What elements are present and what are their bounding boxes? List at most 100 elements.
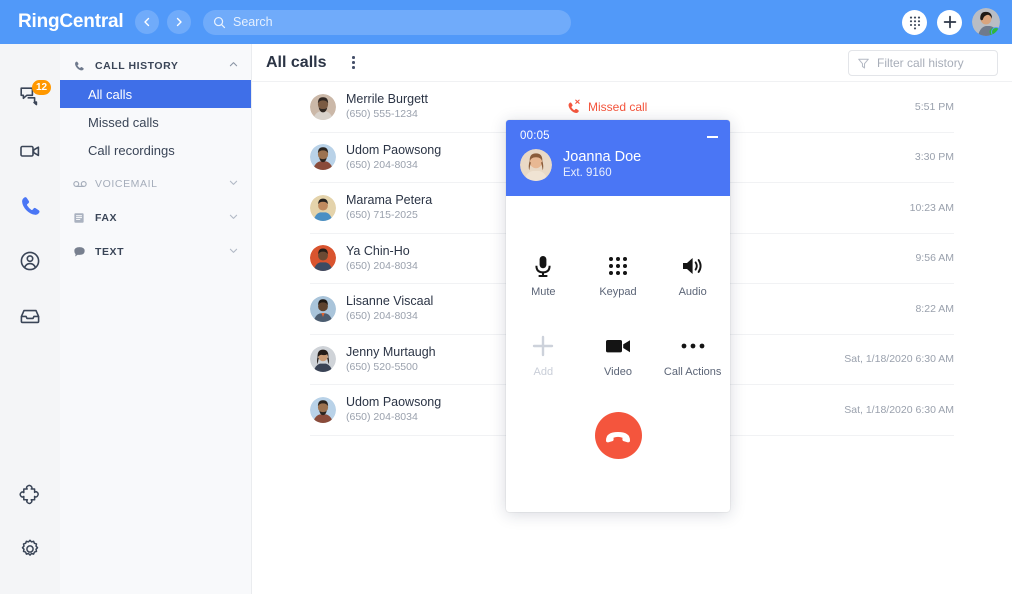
dialpad-icon [909, 16, 920, 29]
call-panel-caller: Joanna Doe Ext. 9160 [520, 149, 716, 181]
app-header: RingCentral [0, 0, 1012, 44]
avatar [310, 396, 336, 423]
brand-logo: RingCentral [18, 11, 124, 32]
sidebar-section-label: Call History [95, 60, 179, 72]
sidebar-section-label: Text [95, 246, 125, 258]
header-actions [902, 0, 1000, 44]
unread-badge: 12 [32, 80, 52, 95]
speaker-icon [681, 248, 705, 284]
more-vertical-icon[interactable] [344, 53, 362, 73]
call-timestamp: 5:51 PM [914, 100, 954, 113]
call-timestamp: Sat, 1/18/2020 6:30 AM [844, 403, 954, 416]
hangup-button[interactable] [594, 412, 642, 459]
sidebar-item-all-calls[interactable]: All calls [60, 80, 251, 108]
hangup-icon [606, 431, 630, 442]
gear-icon [21, 539, 39, 556]
chevron-down-icon[interactable] [228, 243, 239, 261]
active-call-panel: 00:05 Joanna Doe Ext. 9160 Mute Keypad A… [506, 120, 730, 512]
phone-missed-icon [568, 99, 580, 114]
sidebar-section-voicemail[interactable]: Voicemail [60, 170, 251, 198]
funnel-icon [858, 58, 869, 68]
chevron-down-icon[interactable] [228, 175, 239, 193]
action-label: Keypad [599, 286, 637, 298]
avatar [310, 346, 336, 373]
filter-call-history-input[interactable]: Filter call history [848, 50, 998, 76]
call-timer: 00:05 [520, 130, 550, 142]
presence-indicator [991, 27, 1000, 36]
rail-item-video[interactable] [0, 123, 60, 178]
inbox-icon [20, 309, 40, 323]
ellipsis-icon [680, 328, 706, 364]
nav-rail: 12 [0, 44, 60, 594]
rail-item-settings[interactable] [0, 521, 60, 576]
rail-item-message[interactable]: 12 [0, 68, 60, 123]
status-badge: Missed call [566, 99, 647, 114]
caller-info: Merrile Burgett (650) 555-1234 [346, 92, 566, 121]
voicemail-icon [73, 179, 89, 189]
keypad-button[interactable]: Keypad [581, 248, 656, 328]
sidebar-item-missed-calls[interactable]: Missed calls [60, 108, 251, 136]
call-timestamp: Sat, 1/18/2020 6:30 AM [844, 353, 954, 366]
app-window: RingCentral Search 12 CALL HISTORY All c… [0, 0, 1012, 594]
rail-item-phone[interactable] [0, 178, 60, 233]
phone-icon [73, 60, 89, 72]
secondary-sidebar: Call History All calls Missed calls Call… [60, 44, 252, 594]
forward-button[interactable] [167, 10, 191, 34]
filter-placeholder: Filter call history [877, 56, 964, 70]
avatar[interactable] [972, 8, 1000, 36]
chevron-left-icon [144, 17, 150, 27]
action-label: Add [533, 366, 554, 378]
action-label: Mute [531, 286, 556, 298]
sidebar-section-text[interactable]: Text [60, 238, 251, 266]
main-header: All calls Filter call history [252, 44, 1012, 82]
call-timestamp: 8:22 AM [915, 302, 954, 315]
caller-extension: Ext. 9160 [563, 167, 612, 179]
search-icon [213, 16, 226, 28]
dialpad-button[interactable] [902, 9, 927, 35]
sidebar-item-label: Missed calls [88, 114, 159, 130]
avatar [310, 144, 336, 171]
minimize-icon[interactable] [705, 130, 719, 144]
hangup-row [506, 412, 730, 459]
fax-icon [73, 212, 89, 224]
caller-name: Merrile Burgett [346, 92, 428, 107]
video-button[interactable]: Video [581, 328, 656, 408]
call-timestamp: 3:30 PM [914, 151, 954, 164]
back-button[interactable] [135, 10, 159, 34]
plus-icon [532, 328, 554, 364]
call-status-cell: Missed call [566, 99, 915, 114]
chevron-right-icon [176, 17, 182, 27]
search-input[interactable] [233, 15, 561, 29]
call-panel-header: 00:05 Joanna Doe Ext. 9160 [506, 120, 730, 196]
avatar [310, 194, 336, 221]
phone-icon [22, 196, 40, 215]
add-button[interactable] [937, 9, 962, 35]
rail-item-inbox[interactable] [0, 288, 60, 343]
mute-button[interactable]: Mute [506, 248, 581, 328]
sidebar-section-fax[interactable]: Fax [60, 204, 251, 232]
avatar [310, 295, 336, 322]
avatar [310, 245, 336, 272]
microphone-icon [532, 248, 554, 284]
search-box[interactable] [203, 9, 571, 35]
rail-item-contacts[interactable] [0, 233, 60, 288]
call-actions-grid: Mute Keypad Audio Add Video Call Actions [506, 196, 730, 408]
status-text: Missed call [588, 99, 648, 114]
sidebar-item-call-recordings[interactable]: Call recordings [60, 136, 251, 164]
rail-item-apps[interactable] [0, 466, 60, 521]
chevron-down-icon[interactable] [228, 209, 239, 227]
caller-name: Joanna Doe [563, 149, 642, 165]
sidebar-section-call-history[interactable]: Call History [60, 52, 251, 80]
audio-button[interactable]: Audio [655, 248, 730, 328]
add-call-button: Add [506, 328, 581, 408]
avatar [310, 93, 336, 120]
video-camera-icon [20, 145, 40, 157]
call-actions-button[interactable]: Call Actions [655, 328, 730, 408]
chevron-up-icon[interactable] [228, 57, 239, 75]
call-timestamp: 10:23 AM [909, 201, 954, 214]
call-timestamp: 9:56 AM [915, 252, 954, 265]
dialpad-icon [607, 248, 629, 284]
puzzle-piece-icon [19, 484, 39, 504]
action-label: Video [604, 366, 632, 378]
plus-icon [943, 15, 956, 29]
